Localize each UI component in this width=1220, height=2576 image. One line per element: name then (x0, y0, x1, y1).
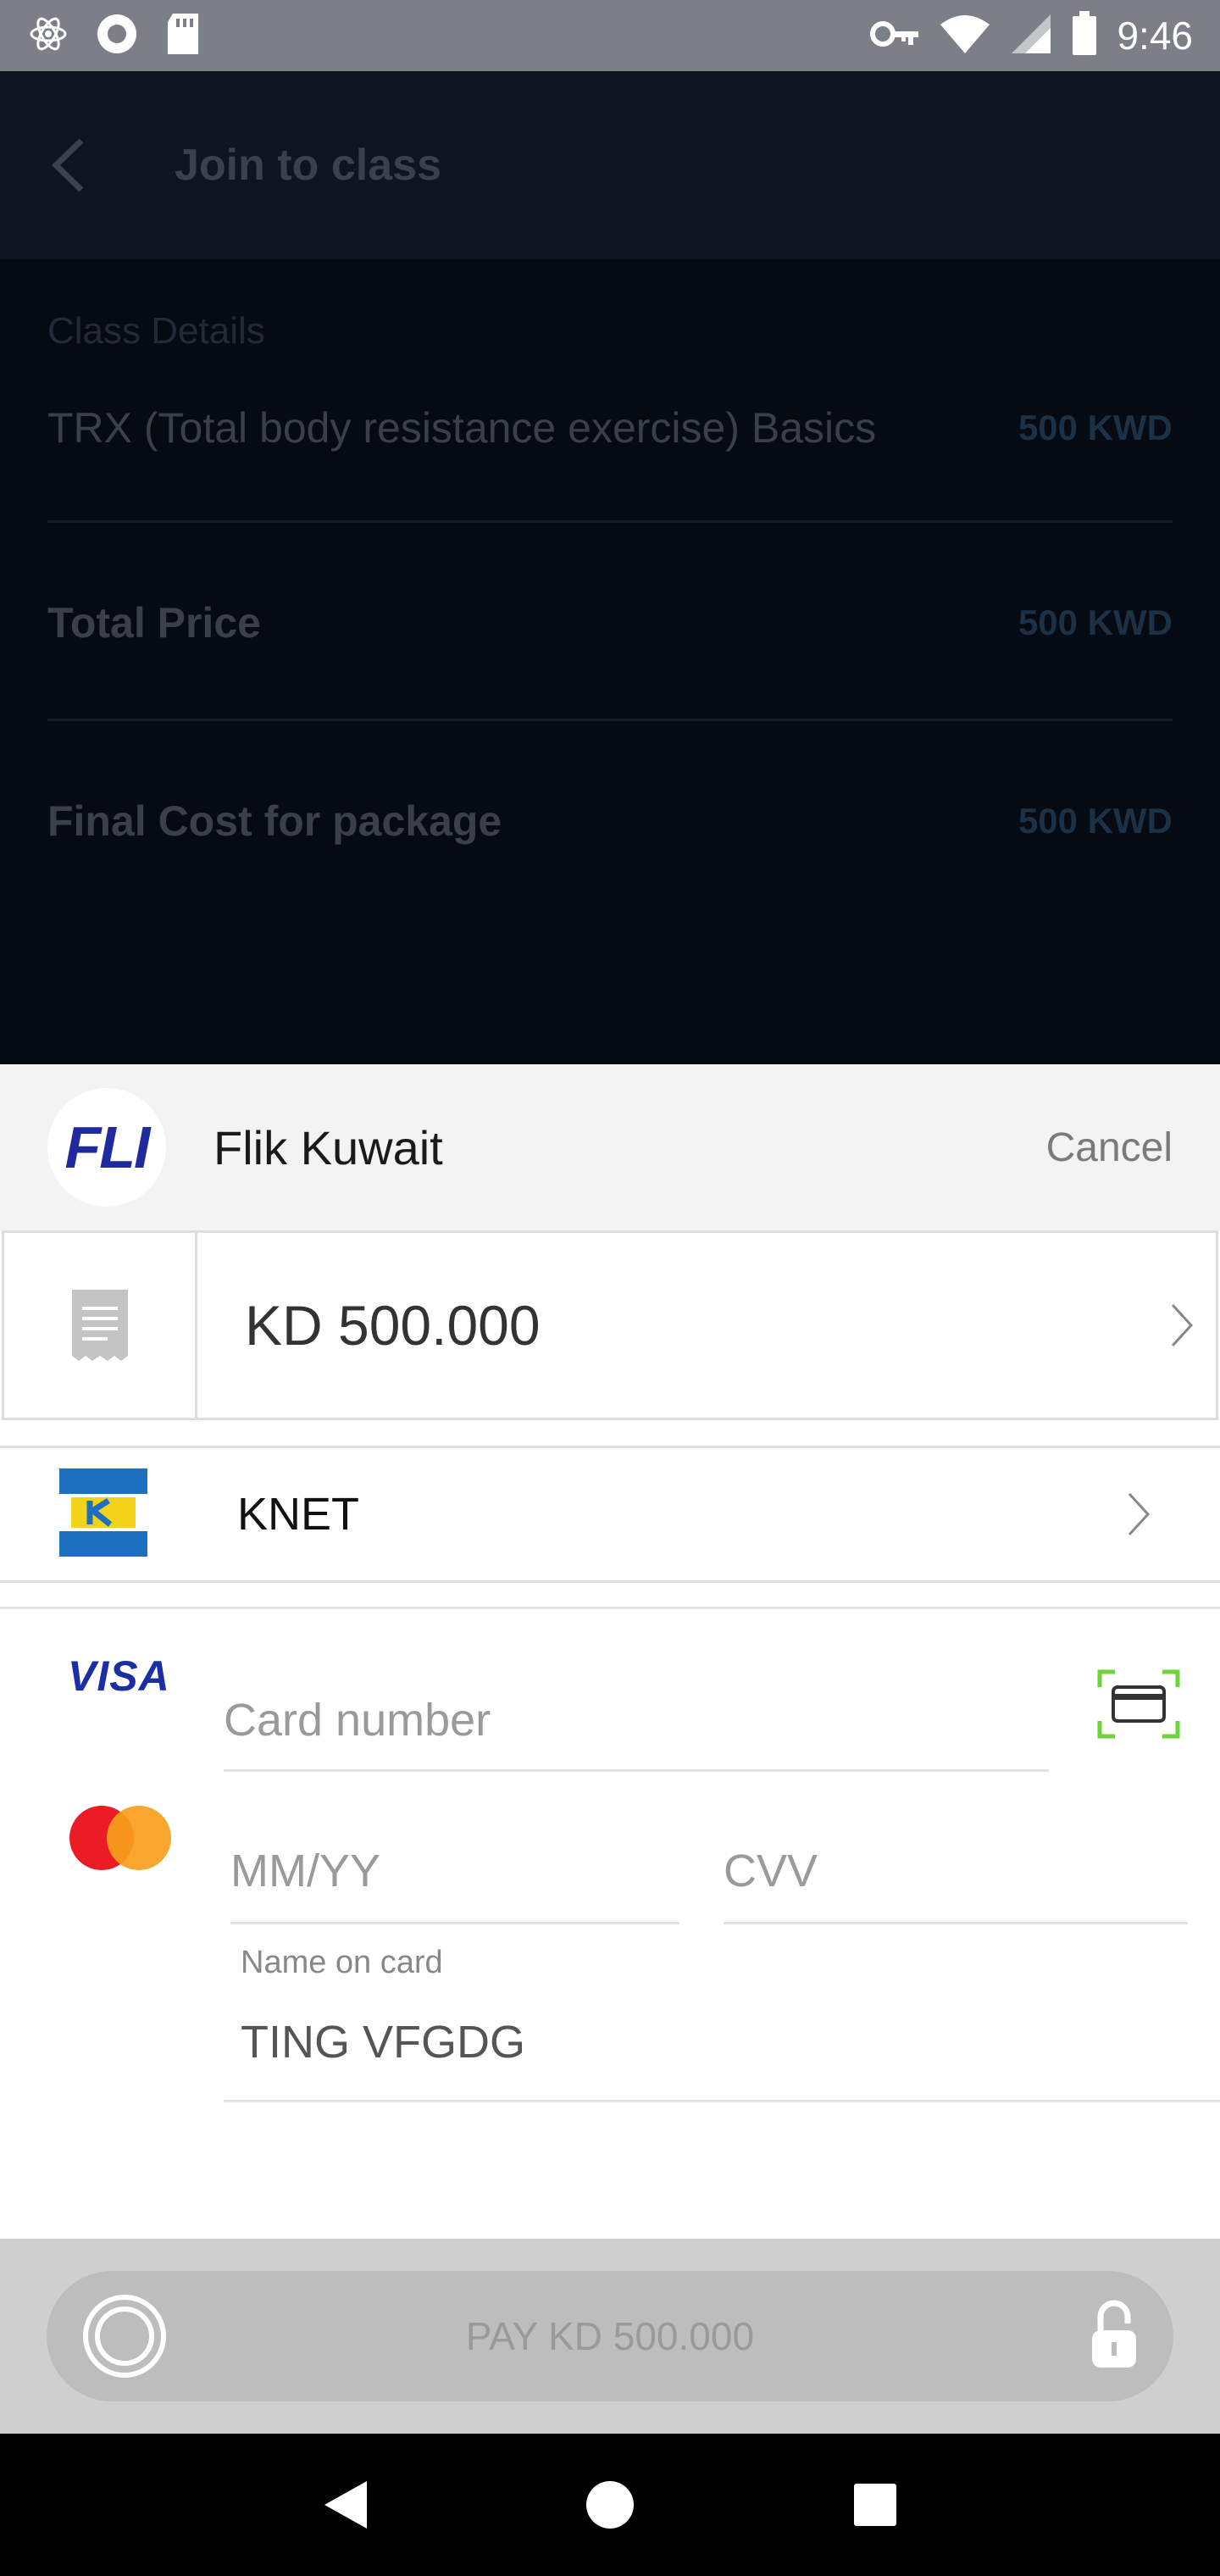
triangle-back-icon (324, 2481, 367, 2529)
system-nav-bar (0, 2434, 1220, 2576)
name-on-card-label: Name on card (241, 1945, 443, 1980)
nav-home-button[interactable] (572, 2467, 648, 2543)
amount-value: KD 500.000 (245, 1294, 541, 1357)
amount-summary[interactable]: KD 500.000 (2, 1230, 1218, 1420)
clock: 9:46 (1117, 14, 1193, 58)
final-label: Final Cost for package (47, 797, 502, 845)
chevron-right-icon (1148, 1233, 1216, 1418)
divider (47, 520, 1173, 523)
class-row: TRX (Total body resistance exercise) Bas… (47, 403, 1173, 452)
nav-back-button[interactable] (307, 2467, 383, 2543)
nav-recents-button[interactable] (837, 2467, 913, 2543)
name-on-card-value: TING VFGDG (241, 2017, 525, 2068)
atom-icon (27, 13, 69, 59)
merchant-bar: FLI Flik Kuwait Cancel (0, 1064, 1220, 1230)
knet-payment-option[interactable]: KNET (0, 1446, 1220, 1583)
wifi-icon (939, 13, 991, 59)
chevron-right-icon (1105, 1491, 1173, 1538)
merchant-name: Flik Kuwait (214, 1120, 443, 1174)
expiry-input[interactable]: MM/YY (230, 1831, 679, 1924)
knet-label: KNET (237, 1489, 360, 1540)
cvv-input[interactable]: CVV (724, 1831, 1188, 1924)
total-label: Total Price (47, 599, 261, 647)
page-title: Join to class (175, 141, 441, 190)
section-title: Class Details (47, 310, 265, 352)
record-icon (95, 12, 139, 60)
mastercard-logo-icon (69, 1806, 171, 1870)
final-price: 500 KWD (1018, 801, 1173, 841)
app-header: Join to class (0, 71, 1220, 259)
pay-button[interactable]: PAY KD 500.000 (47, 2271, 1173, 2401)
status-bar: 9:46 (0, 0, 1220, 71)
payment-sheet: FLI Flik Kuwait Cancel KD 500.000 KNET V… (0, 1064, 1220, 2434)
key-icon (869, 17, 920, 55)
square-recents-icon (854, 2484, 897, 2526)
class-name: TRX (Total body resistance exercise) Bas… (47, 404, 877, 452)
card-form: VISA Card number MM/YY CVV Name on card … (0, 1609, 1220, 2236)
receipt-cell (4, 1233, 197, 1418)
scan-card-icon[interactable] (1096, 1668, 1181, 1740)
circle-home-icon (585, 2481, 634, 2529)
final-row: Final Cost for package 500 KWD (47, 797, 1173, 846)
signal-icon (1010, 13, 1052, 59)
cancel-button[interactable]: Cancel (1046, 1124, 1173, 1171)
name-on-card-input[interactable]: Name on card TING VFGDG (224, 1923, 1220, 2102)
class-details-panel: Class Details TRX (Total body resistance… (0, 259, 1220, 1064)
knet-logo-icon (59, 1468, 147, 1561)
total-row: Total Price 500 KWD (47, 598, 1173, 647)
sd-card-icon (164, 12, 202, 60)
back-button[interactable] (47, 131, 115, 199)
merchant-logo-text: FLI (64, 1114, 151, 1180)
pay-label: PAY KD 500.000 (465, 2314, 755, 2358)
class-price: 500 KWD (1018, 408, 1173, 447)
receipt-icon (71, 1290, 128, 1361)
merchant-logo: FLI (47, 1088, 166, 1207)
visa-logo-icon: VISA (68, 1652, 170, 1700)
card-number-input[interactable]: Card number (224, 1677, 1049, 1772)
divider (47, 719, 1173, 721)
back-arrow-icon (51, 138, 84, 192)
battery-icon (1071, 10, 1098, 61)
total-price: 500 KWD (1018, 602, 1173, 642)
pay-area: PAY KD 500.000 (0, 2239, 1220, 2434)
